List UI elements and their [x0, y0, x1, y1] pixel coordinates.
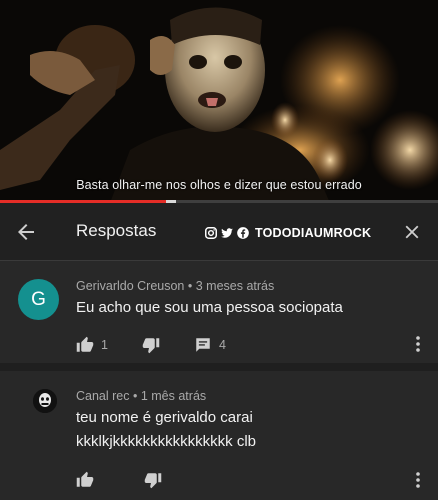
reply-count: 4	[218, 338, 226, 352]
watermark-text: TODODIAUMROCK	[255, 226, 372, 240]
more-vert-icon[interactable]	[415, 471, 421, 489]
avatar-letter: G	[31, 288, 46, 310]
reply-avatar[interactable]	[33, 389, 57, 413]
reply-icon[interactable]	[194, 336, 212, 354]
video-frame	[0, 0, 438, 203]
meta-separator: •	[187, 279, 196, 293]
header-title: Respostas	[76, 221, 157, 240]
twitter-icon	[221, 228, 233, 238]
comment-meta: Gerivarldo Creuson • 3 meses atrás	[76, 279, 274, 293]
like-count: 1	[101, 338, 108, 352]
reply-meta: Canal rec • 1 mês atrás	[76, 389, 206, 403]
facebook-icon	[237, 227, 249, 239]
comment-time: 3 meses atrás	[195, 279, 275, 293]
thumbs-up-icon[interactable]	[76, 336, 94, 354]
replies-header: Respostas TODODIAUMROCK	[0, 203, 438, 261]
close-icon[interactable]	[401, 221, 423, 243]
meta-separator: •	[132, 389, 141, 403]
comment-author[interactable]: Gerivarldo Creuson	[76, 279, 184, 293]
instagram-icon	[205, 227, 217, 239]
comment-reply: Canal rec • 1 mês atrás teu nome é geriv…	[0, 371, 438, 500]
divider	[0, 363, 438, 371]
avatar-image	[33, 389, 57, 413]
video-subtitle: Basta olhar-me nos olhos e dizer que est…	[76, 178, 362, 192]
video-player[interactable]: Basta olhar-me nos olhos e dizer que est…	[0, 0, 438, 203]
reply-actions	[76, 471, 162, 489]
more-vert-icon[interactable]	[415, 335, 421, 353]
arrow-left-icon[interactable]	[14, 220, 38, 244]
comment-actions: 1 4	[76, 336, 226, 354]
watermark: TODODIAUMROCK	[204, 225, 371, 241]
reply-text-line-1: teu nome é gerivaldo carai	[76, 409, 253, 426]
thumbs-down-icon[interactable]	[142, 336, 160, 354]
reply-time: 1 mês atrás	[140, 389, 207, 403]
reply-text-line-2: kkklkjkkkkkkkkkkkkkkkk clb	[76, 433, 257, 450]
avatar[interactable]: G	[18, 279, 59, 320]
thumbs-up-icon[interactable]	[76, 471, 94, 489]
comment-thread-parent: G Gerivarldo Creuson • 3 meses atrás Eu …	[0, 262, 438, 363]
comment-text: Eu acho que sou uma pessoa sociopata	[76, 299, 343, 316]
thumbs-down-icon[interactable]	[144, 471, 162, 489]
reply-author[interactable]: Canal rec	[76, 389, 130, 403]
